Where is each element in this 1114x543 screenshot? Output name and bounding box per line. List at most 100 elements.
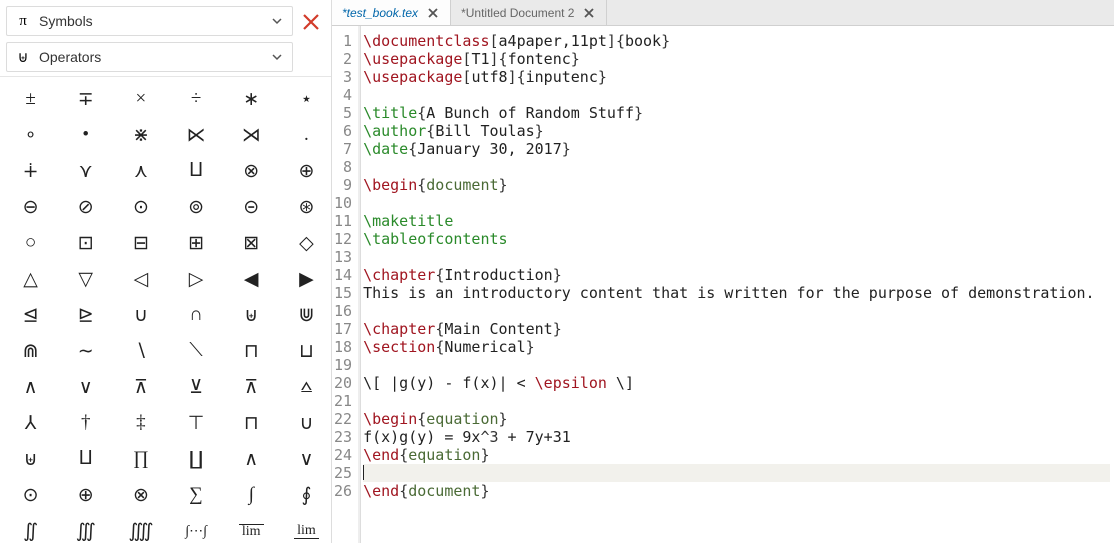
symbol-button[interactable]: ▽	[65, 265, 106, 293]
symbol-button[interactable]: ◀	[231, 265, 272, 293]
symbol-button[interactable]: ∑	[176, 481, 217, 509]
symbol-button[interactable]: ⊓	[231, 409, 272, 437]
symbol-button[interactable]: ∪	[120, 301, 161, 329]
symbol-button[interactable]: ∩	[176, 301, 217, 329]
symbol-button[interactable]: ∖	[120, 337, 161, 365]
symbol-button[interactable]: ⊙	[10, 481, 51, 509]
close-icon[interactable]	[299, 10, 323, 34]
symbol-button[interactable]: ◁	[120, 265, 161, 293]
symbol-button[interactable]: ∧	[10, 373, 51, 401]
symbol-button[interactable]: ⋎	[65, 157, 106, 185]
pi-icon: π	[15, 13, 31, 29]
symbol-button[interactable]: ‡	[120, 409, 161, 437]
chevron-down-icon	[270, 14, 284, 28]
symbol-button[interactable]: ∨	[65, 373, 106, 401]
symbol-button[interactable]: ⋒	[10, 337, 51, 365]
tab-label: *test_book.tex	[342, 6, 418, 20]
dropdown-label: Symbols	[39, 13, 262, 29]
symbol-button[interactable]: ⊙	[120, 193, 161, 221]
symbol-button[interactable]: ×	[120, 85, 161, 113]
symbol-button[interactable]: ⊠	[231, 229, 272, 257]
symbol-button[interactable]: ⊡	[65, 229, 106, 257]
symbols-sidebar: π Symbols ⊎ Operators ± ∓ × ÷ ∗ ⋆ ∘ • ⋇ ⋉ ⋊. ∔ ⋎ ⋏ ⨿ ⊗ ⊕…	[0, 0, 332, 543]
symbol-button[interactable]: ⊴	[10, 301, 51, 329]
symbol-button[interactable]: ∗	[231, 85, 272, 113]
symbol-button[interactable]: ∓	[65, 85, 106, 113]
symbol-button[interactable]: ∔	[10, 157, 51, 185]
symbol-button[interactable]: ▶	[286, 265, 327, 293]
symbol-button[interactable]: ⊎	[10, 445, 51, 473]
symbol-button[interactable]: ∮	[286, 481, 327, 509]
symbol-button[interactable]: ⋉	[176, 121, 217, 149]
tabs-bar: *test_book.tex *Untitled Document 2	[332, 0, 1114, 26]
code-editor[interactable]: 1234567891011121314151617181920212223242…	[332, 26, 1114, 543]
symbol-button[interactable]: lim	[286, 517, 327, 543]
source-text[interactable]: \documentclass[a4paper,11pt]{book}\usepa…	[361, 26, 1114, 543]
symbols-category-dropdown[interactable]: π Symbols	[6, 6, 293, 36]
operators-category-dropdown[interactable]: ⊎ Operators	[6, 42, 293, 72]
dropdown-label: Operators	[39, 49, 262, 65]
symbol-button[interactable]: ∐	[176, 445, 217, 473]
symbol-button[interactable]: .	[286, 121, 327, 149]
tab-file-2[interactable]: *Untitled Document 2	[451, 0, 607, 25]
symbol-button[interactable]: ⋏	[120, 157, 161, 185]
tab-label: *Untitled Document 2	[461, 6, 574, 20]
symbol-button[interactable]: ⨿	[65, 445, 106, 473]
symbol-button[interactable]: •	[65, 121, 106, 149]
editor-panel: *test_book.tex *Untitled Document 2 1234…	[332, 0, 1114, 543]
symbol-button[interactable]: ⨌	[120, 517, 161, 543]
symbol-button[interactable]: ⊻	[176, 373, 217, 401]
symbol-button[interactable]: ⊗	[231, 157, 272, 185]
symbol-button[interactable]: ∼	[65, 337, 106, 365]
symbol-button[interactable]: ⋓	[286, 301, 327, 329]
symbol-button[interactable]: ⊵	[65, 301, 106, 329]
symbol-button[interactable]: ±	[10, 85, 51, 113]
symbol-button[interactable]: ∫	[231, 481, 272, 509]
symbol-button[interactable]: †	[65, 409, 106, 437]
symbol-button[interactable]: ⊟	[120, 229, 161, 257]
symbol-button[interactable]: ∘	[10, 121, 51, 149]
symbol-button[interactable]: ⋆	[286, 85, 327, 113]
symbol-button[interactable]: ⊖	[10, 193, 51, 221]
symbol-button[interactable]: ⊛	[286, 193, 327, 221]
chevron-down-icon	[270, 50, 284, 64]
symbol-button[interactable]: ⊚	[176, 193, 217, 221]
symbol-button[interactable]: ⊓	[231, 337, 272, 365]
symbol-button[interactable]: ⅄	[10, 409, 51, 437]
symbol-button[interactable]: ⊔	[286, 337, 327, 365]
symbol-button[interactable]: ⊤	[176, 409, 217, 437]
symbol-button[interactable]: ⊘	[65, 193, 106, 221]
tab-close-icon[interactable]	[426, 6, 440, 20]
symbol-button[interactable]: ⊼	[120, 373, 161, 401]
operators-icon: ⊎	[15, 49, 31, 65]
symbol-button[interactable]: ∨	[286, 445, 327, 473]
symbol-button[interactable]: ⩟	[286, 373, 327, 401]
symbol-button[interactable]: ∪	[286, 409, 327, 437]
tab-file-1[interactable]: *test_book.tex	[332, 0, 451, 25]
symbol-button[interactable]: ◇	[286, 229, 327, 257]
symbol-button[interactable]: ⋊	[231, 121, 272, 149]
symbol-button[interactable]: ∭	[65, 517, 106, 543]
symbol-button[interactable]: lim	[231, 517, 272, 543]
symbol-button[interactable]: ○	[10, 229, 51, 257]
symbol-button[interactable]: ∧	[231, 445, 272, 473]
symbol-button[interactable]: ∫⋯∫	[176, 517, 217, 543]
symbol-button[interactable]: ∏	[120, 445, 161, 473]
symbol-button[interactable]: ⊕	[286, 157, 327, 185]
symbol-button[interactable]: ⊝	[231, 193, 272, 221]
symbol-button[interactable]: ⊼	[231, 373, 272, 401]
symbol-button[interactable]: ⨿	[176, 157, 217, 185]
symbol-button[interactable]: ⟍	[176, 337, 217, 365]
symbol-button[interactable]: ⊎	[231, 301, 272, 329]
tab-close-icon[interactable]	[582, 6, 596, 20]
symbol-button[interactable]: ⊗	[120, 481, 161, 509]
symbol-button[interactable]: △	[10, 265, 51, 293]
symbol-button[interactable]: ∬	[10, 517, 51, 543]
symbol-button[interactable]: ⋇	[120, 121, 161, 149]
symbol-grid: ± ∓ × ÷ ∗ ⋆ ∘ • ⋇ ⋉ ⋊. ∔ ⋎ ⋏ ⨿ ⊗ ⊕ ⊖ ⊘ ⊙ ⊚ ⊝ ⊛ ○ ⊡ ⊟ ⊞ ⊠ ◇ △ ▽ ◁ ▷ ◀ ▶ ⊴ ⊵ ∪ ∩…	[0, 76, 331, 543]
symbol-button[interactable]: ÷	[176, 85, 217, 113]
symbol-button[interactable]: ⊞	[176, 229, 217, 257]
symbol-button[interactable]: ⊕	[65, 481, 106, 509]
symbol-button[interactable]: ▷	[176, 265, 217, 293]
app-root: π Symbols ⊎ Operators ± ∓ × ÷ ∗ ⋆ ∘ • ⋇ ⋉ ⋊. ∔ ⋎ ⋏ ⨿ ⊗ ⊕…	[0, 0, 1114, 543]
